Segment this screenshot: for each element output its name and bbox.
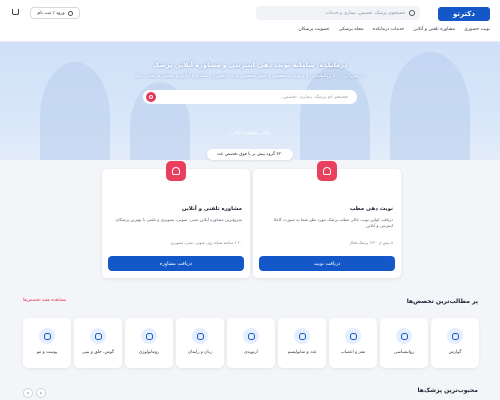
specialty-card[interactable]: روانشناسی bbox=[380, 318, 428, 368]
card-meta: ۸ بیش از ۱۲۴۰ پزشک فعال bbox=[349, 240, 394, 245]
hero-search-input[interactable]: جستجو نام پزشک، بیماری، تخصص... bbox=[143, 90, 357, 104]
service-card-appointment: نوبت دهی مطب دریافت اولین نوبت خالی مطب … bbox=[253, 161, 401, 278]
bone-icon bbox=[243, 328, 259, 344]
specialty-card[interactable]: روماتولوژی bbox=[125, 318, 173, 368]
specialty-card[interactable]: پوست و مو bbox=[23, 318, 71, 368]
hero-subtitle: از بیش از ۵۰۰۰ روانشناس و پزشک متخصص و ف… bbox=[134, 73, 366, 79]
header-search-input[interactable]: جستجوی پزشک، تخصص، بیماری و خدمات bbox=[256, 6, 420, 20]
specialty-card[interactable]: گوارش bbox=[431, 318, 479, 368]
clinic-icon bbox=[317, 161, 337, 181]
brain-icon bbox=[345, 328, 361, 344]
popular-doctors-title: محبوب‌ترین پزشک‌ها bbox=[417, 387, 478, 394]
service-card-consult: مشاوره تلفنی و آنلاین سریع‌ترین مشاوره آ… bbox=[102, 161, 250, 278]
stomach-icon bbox=[447, 328, 463, 344]
card-description: دریافت اولین نوبت خالی مطب پزشک مورد نظر… bbox=[273, 217, 393, 229]
nav-item-services[interactable]: خدمات درمانکده bbox=[373, 27, 405, 32]
specialty-label: روماتولوژی bbox=[138, 350, 160, 355]
header-search-placeholder: جستجوی پزشک، تخصص، بیماری و خدمات bbox=[325, 10, 405, 16]
card-title: نوبت دهی مطب bbox=[349, 206, 393, 212]
psychology-icon bbox=[396, 328, 412, 344]
chevron-right-icon[interactable]: › bbox=[36, 388, 46, 398]
specialty-label: گوارش bbox=[448, 350, 462, 355]
specialties-title: پر مطالب‌ترین تخصص‌ها bbox=[406, 298, 478, 305]
search-icon bbox=[149, 95, 153, 99]
specialty-card[interactable]: ارتوپدی bbox=[227, 318, 275, 368]
main-nav: نوبت حضوری مشاوره تلفنی و آنلاین خدمات د… bbox=[298, 27, 490, 32]
get-consultation-button[interactable]: دریافت مشاوره bbox=[108, 256, 244, 271]
cart-icon[interactable] bbox=[12, 9, 19, 15]
hero-search-placeholder: جستجو نام پزشک، بیماری، تخصص... bbox=[278, 94, 348, 100]
specialty-card[interactable]: غدد و متابولیسم bbox=[278, 318, 326, 368]
specialty-label: ارتوپدی bbox=[244, 350, 258, 355]
search-icon bbox=[409, 10, 415, 16]
specialty-label: پوست و مو bbox=[36, 350, 58, 355]
specialty-label: زنان و زایمان bbox=[188, 350, 212, 355]
see-all-specialties-link[interactable]: مشاهده همه تخصص‌ها bbox=[23, 298, 66, 303]
user-icon bbox=[67, 10, 73, 16]
nav-item-magazine[interactable]: مجله پزشکی bbox=[339, 27, 364, 32]
online-consult-label: آنلاین مشاوره آنلاین bbox=[230, 131, 270, 136]
hero-banner: درمانکده؛ سامانه نوبت دهی اینترنتی و مشا… bbox=[0, 42, 500, 160]
specialty-card[interactable]: مغز و اعصاب bbox=[329, 318, 377, 368]
site-logo[interactable]: دکترتو bbox=[438, 7, 490, 21]
ear-icon bbox=[90, 328, 106, 344]
hero-figure bbox=[300, 67, 370, 160]
login-label: ورود / ثبت نام bbox=[37, 10, 65, 16]
get-appointment-button[interactable]: دریافت نوبت bbox=[259, 256, 395, 271]
nav-item-in-person[interactable]: نوبت حضوری bbox=[464, 27, 490, 32]
specialty-label: غدد و متابولیسم bbox=[287, 350, 317, 355]
gland-icon bbox=[294, 328, 310, 344]
hero-title: درمانکده؛ سامانه نوبت دهی اینترنتی و مشا… bbox=[152, 61, 348, 69]
specialty-label: گوش، حلق و بینی bbox=[81, 350, 115, 355]
pregnancy-icon bbox=[192, 328, 208, 344]
site-header: دکترتو جستجوی پزشک، تخصص، بیماری و خدمات… bbox=[0, 0, 500, 42]
specialty-label: مغز و اعصاب bbox=[340, 350, 366, 355]
hero-search-button[interactable] bbox=[146, 92, 156, 102]
card-meta: ۲۰ ۴ ساعته شبانه روز، صوتی، متنی، تصویری bbox=[170, 240, 242, 245]
specialty-label: روانشناسی bbox=[393, 350, 415, 355]
nav-item-consult[interactable]: مشاوره تلفنی و آنلاین bbox=[413, 27, 455, 32]
specialty-card[interactable]: زنان و زایمان bbox=[176, 318, 224, 368]
stats-pill[interactable]: ۳۲۰ گروه پیش بر با فوق تخصص عدد bbox=[207, 149, 293, 160]
nav-item-doctor-signup[interactable]: عضویت پزشکان bbox=[298, 27, 329, 32]
chevron-left-icon[interactable]: ‹ bbox=[23, 388, 33, 398]
login-button[interactable]: ورود / ثبت نام bbox=[30, 7, 80, 19]
skin-icon bbox=[39, 328, 55, 344]
specialty-card[interactable]: گوش، حلق و بینی bbox=[74, 318, 122, 368]
stethoscope-icon bbox=[166, 161, 186, 181]
card-title: مشاوره تلفنی و آنلاین bbox=[181, 206, 242, 212]
joint-icon bbox=[141, 328, 157, 344]
card-description: سریع‌ترین مشاوره آنلاین متنی، صوتی، تصوی… bbox=[115, 217, 242, 222]
